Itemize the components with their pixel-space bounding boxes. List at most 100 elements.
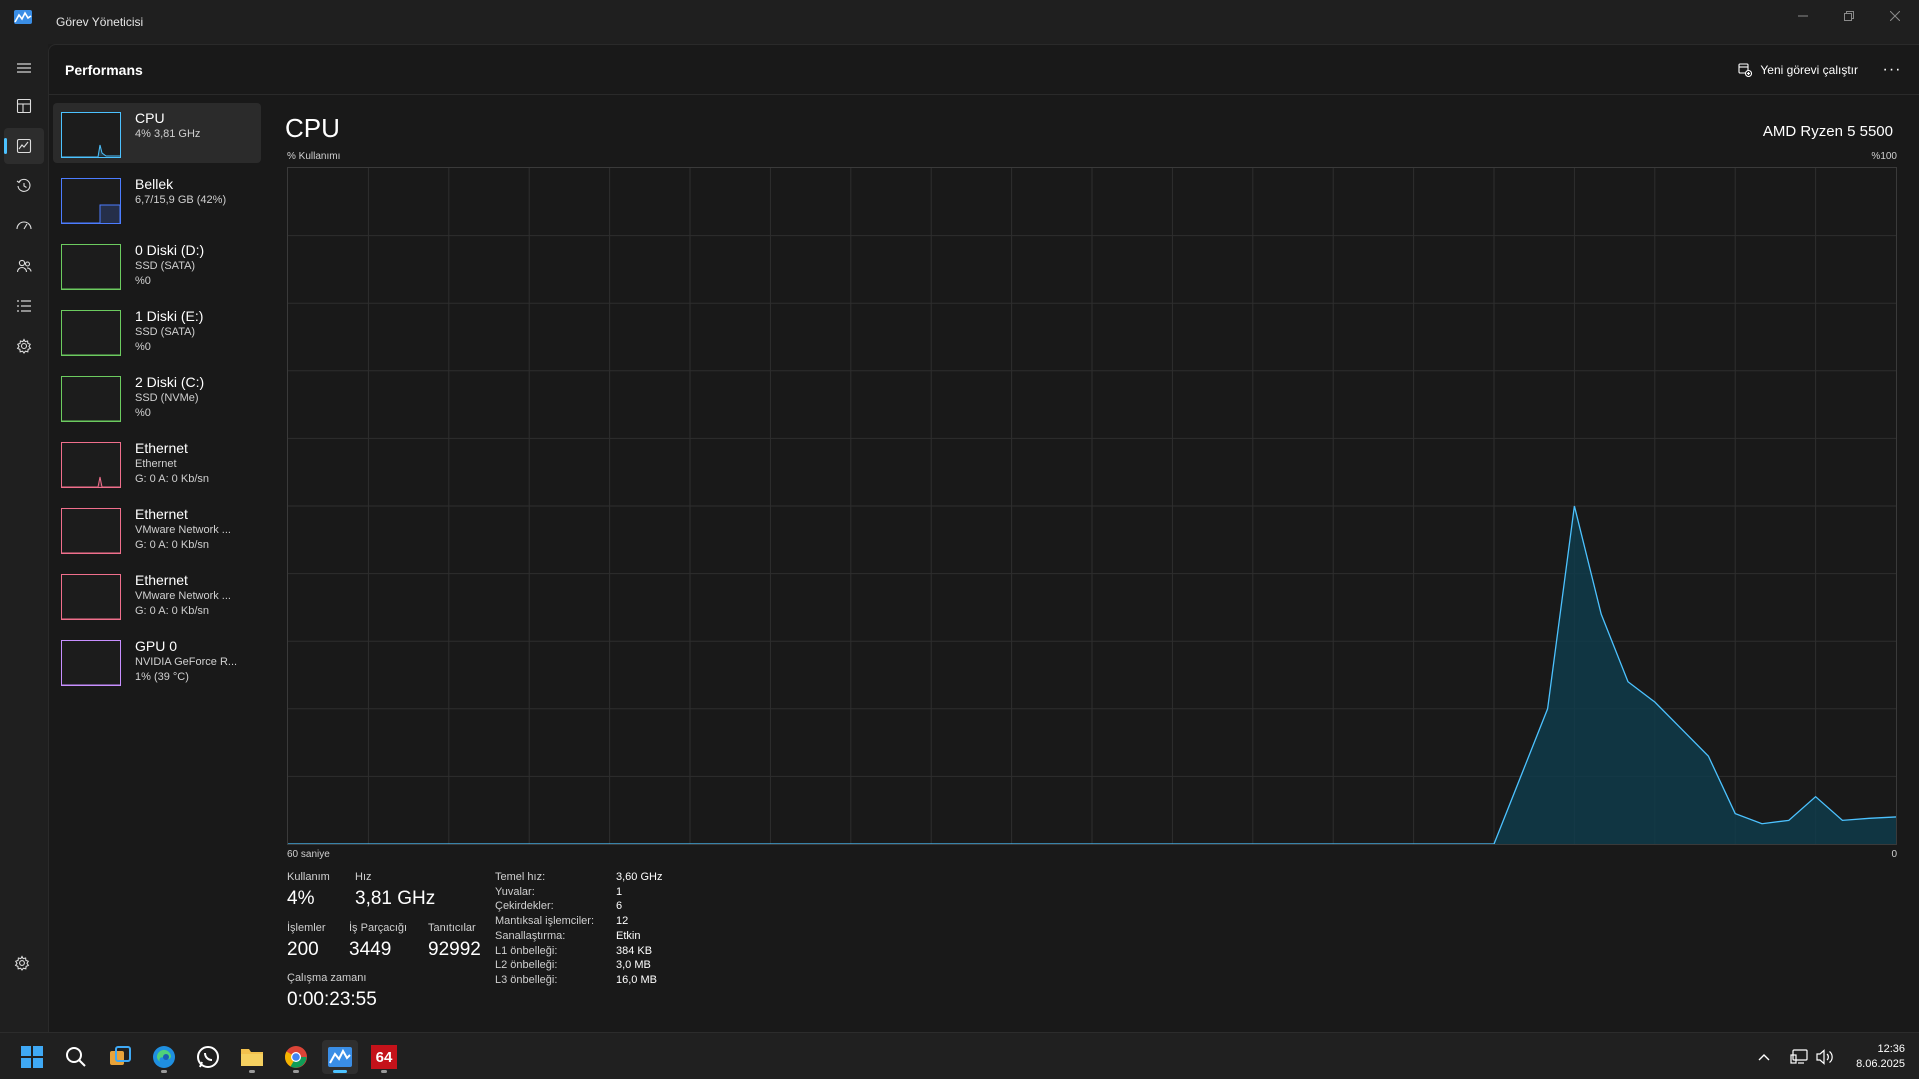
running-indicator (381, 1070, 387, 1073)
title-bar: Görev Yöneticisi (0, 0, 1919, 44)
nav-item-services[interactable] (4, 328, 44, 364)
taskbar-file-explorer[interactable] (234, 1040, 270, 1074)
device-text: 1 Diski (E:) SSD (SATA) %0 (135, 307, 259, 355)
device-item-gpu-0[interactable]: GPU 0 NVIDIA GeForce R... 1% (39 °C) (53, 631, 261, 691)
taskbar-task-manager[interactable] (322, 1040, 358, 1074)
windows-start-icon (21, 1046, 43, 1068)
spec-key: Sanallaştırma: (495, 929, 566, 942)
device-detail: VMware Network ... (135, 524, 231, 536)
nav-menu-toggle[interactable] (4, 50, 44, 86)
taskbar-task-view[interactable] (102, 1040, 138, 1074)
device-item-2-diski-c[interactable]: 2 Diski (C:) SSD (NVMe) %0 (53, 367, 261, 427)
thumbnail-sparkline (62, 476, 120, 487)
nav-item-details[interactable] (4, 288, 44, 324)
usage-value: 4% (287, 888, 315, 909)
device-item-ethernet[interactable]: Ethernet Ethernet G: 0 A: 0 Kb/sn (53, 433, 261, 493)
spec-value: Etkin (616, 929, 641, 942)
device-detail: SSD (NVMe) (135, 392, 199, 404)
task-view-icon (110, 1046, 131, 1065)
processes-value: 200 (287, 939, 319, 960)
device-item-1-diski-e[interactable]: 1 Diski (E:) SSD (SATA) %0 (53, 301, 261, 361)
device-thumbnail-graph (61, 640, 121, 686)
device-text: Ethernet VMware Network ... G: 0 A: 0 Kb/s… (135, 505, 259, 553)
run-new-task-button[interactable]: Yeni görevi çalıştır (1738, 57, 1858, 83)
device-item-bellek[interactable]: Bellek 6,7/15,9 GB (42%) (53, 169, 261, 229)
spec-key: L2 önbelleği: (495, 959, 558, 972)
taskbar-aida64[interactable]: 64 (366, 1040, 402, 1074)
sparkline-path (62, 144, 120, 157)
tray-volume-button[interactable] (1816, 1033, 1834, 1079)
more-options-button[interactable]: ··· (1878, 57, 1906, 83)
taskbar-edge[interactable] (146, 1040, 182, 1074)
thumbnail-sparkline (62, 204, 120, 223)
minimize-button[interactable] (1780, 0, 1826, 32)
device-detail: Ethernet (135, 458, 177, 470)
cpu-model-name: AMD Ryzen 5 5500 (1762, 123, 1893, 140)
device-detail: 6,7/15,9 GB (42%) (135, 194, 227, 206)
app-history-icon (16, 178, 31, 192)
restore-icon (1844, 11, 1854, 21)
device-detail: 4% 3,81 GHz (135, 128, 201, 140)
taskbar-clock[interactable]: 12:36 8.06.2025 (1856, 1042, 1905, 1072)
device-text: Bellek 6,7/15,9 GB (42%) (135, 175, 259, 208)
taskbar-chrome[interactable] (278, 1040, 314, 1074)
processes-label: İşlemler (287, 922, 326, 934)
taskbar-start-button[interactable] (14, 1040, 50, 1074)
device-detail: VMware Network ... (135, 590, 231, 602)
hamburger-menu-icon (17, 63, 31, 73)
aida64-icon: 64 (371, 1045, 397, 1069)
cpu-usage-chart (288, 168, 1896, 844)
gear-icon (14, 955, 30, 971)
clock-time: 12:36 (1877, 1043, 1905, 1055)
device-thumbnail-graph (61, 310, 121, 356)
taskbar-search-button[interactable] (58, 1040, 94, 1074)
device-name: 1 Diski (E:) (135, 308, 204, 324)
device-thumbnail-graph (61, 442, 121, 488)
file-explorer-icon (241, 1049, 263, 1066)
usage-label: Kullanım (287, 871, 330, 883)
device-item-ethernet[interactable]: Ethernet VMware Network ... G: 0 A: 0 Kb/s… (53, 565, 261, 625)
processes-icon (16, 98, 32, 114)
device-detail: SSD (SATA) (135, 260, 196, 272)
aida64-label: 64 (375, 1048, 393, 1066)
handles-value: 92992 (428, 939, 481, 960)
thumbnail-sparkline (62, 618, 120, 619)
spec-value: 384 KB (616, 944, 653, 957)
sparkline-path (62, 476, 120, 487)
uptime-label: Çalışma zamanı (287, 972, 367, 984)
nav-item-app-history[interactable] (4, 168, 44, 204)
startup-apps-icon (16, 221, 32, 230)
detail-title: CPU (285, 113, 340, 143)
thumbnail-sparkline (62, 144, 120, 157)
device-thumbnail-graph (61, 112, 121, 158)
handles-label: Tanıtıcılar (428, 922, 476, 934)
usage-max-label: %100 (1871, 151, 1897, 162)
spec-key: Yuvalar: (495, 885, 535, 898)
restore-button[interactable] (1826, 0, 1872, 32)
cpu-usage-graph (287, 167, 1897, 845)
run-task-icon (1738, 63, 1753, 77)
tray-network-button[interactable] (1790, 1033, 1808, 1079)
nav-item-processes[interactable] (4, 88, 44, 124)
nav-item-performance[interactable] (4, 128, 44, 164)
spec-value: 1 (616, 885, 623, 898)
device-name: Ethernet (135, 506, 188, 522)
spec-key: L3 önbelleği: (495, 973, 558, 986)
tray-overflow-button[interactable] (1758, 1033, 1770, 1079)
device-item-cpu[interactable]: CPU 4% 3,81 GHz (53, 103, 261, 163)
device-text: Ethernet Ethernet G: 0 A: 0 Kb/sn (135, 439, 259, 487)
settings-button[interactable] (14, 955, 34, 975)
device-usage: %0 (135, 341, 151, 353)
nav-item-startup-apps[interactable] (4, 208, 44, 244)
close-button[interactable] (1872, 0, 1918, 32)
device-item-0-diski-d[interactable]: 0 Diski (D:) SSD (SATA) %0 (53, 235, 261, 295)
spec-value: 12 (616, 915, 629, 928)
taskbar-whatsapp[interactable] (190, 1040, 226, 1074)
device-usage: G: 0 A: 0 Kb/sn (135, 605, 209, 617)
running-indicator (333, 1070, 347, 1073)
device-text: 2 Diski (C:) SSD (NVMe) %0 (135, 373, 259, 421)
nav-item-users[interactable] (4, 248, 44, 284)
navigation-rail (0, 44, 48, 1032)
time-zero-label: 0 (1891, 849, 1897, 860)
device-item-ethernet[interactable]: Ethernet VMware Network ... G: 0 A: 0 Kb/s… (53, 499, 261, 559)
